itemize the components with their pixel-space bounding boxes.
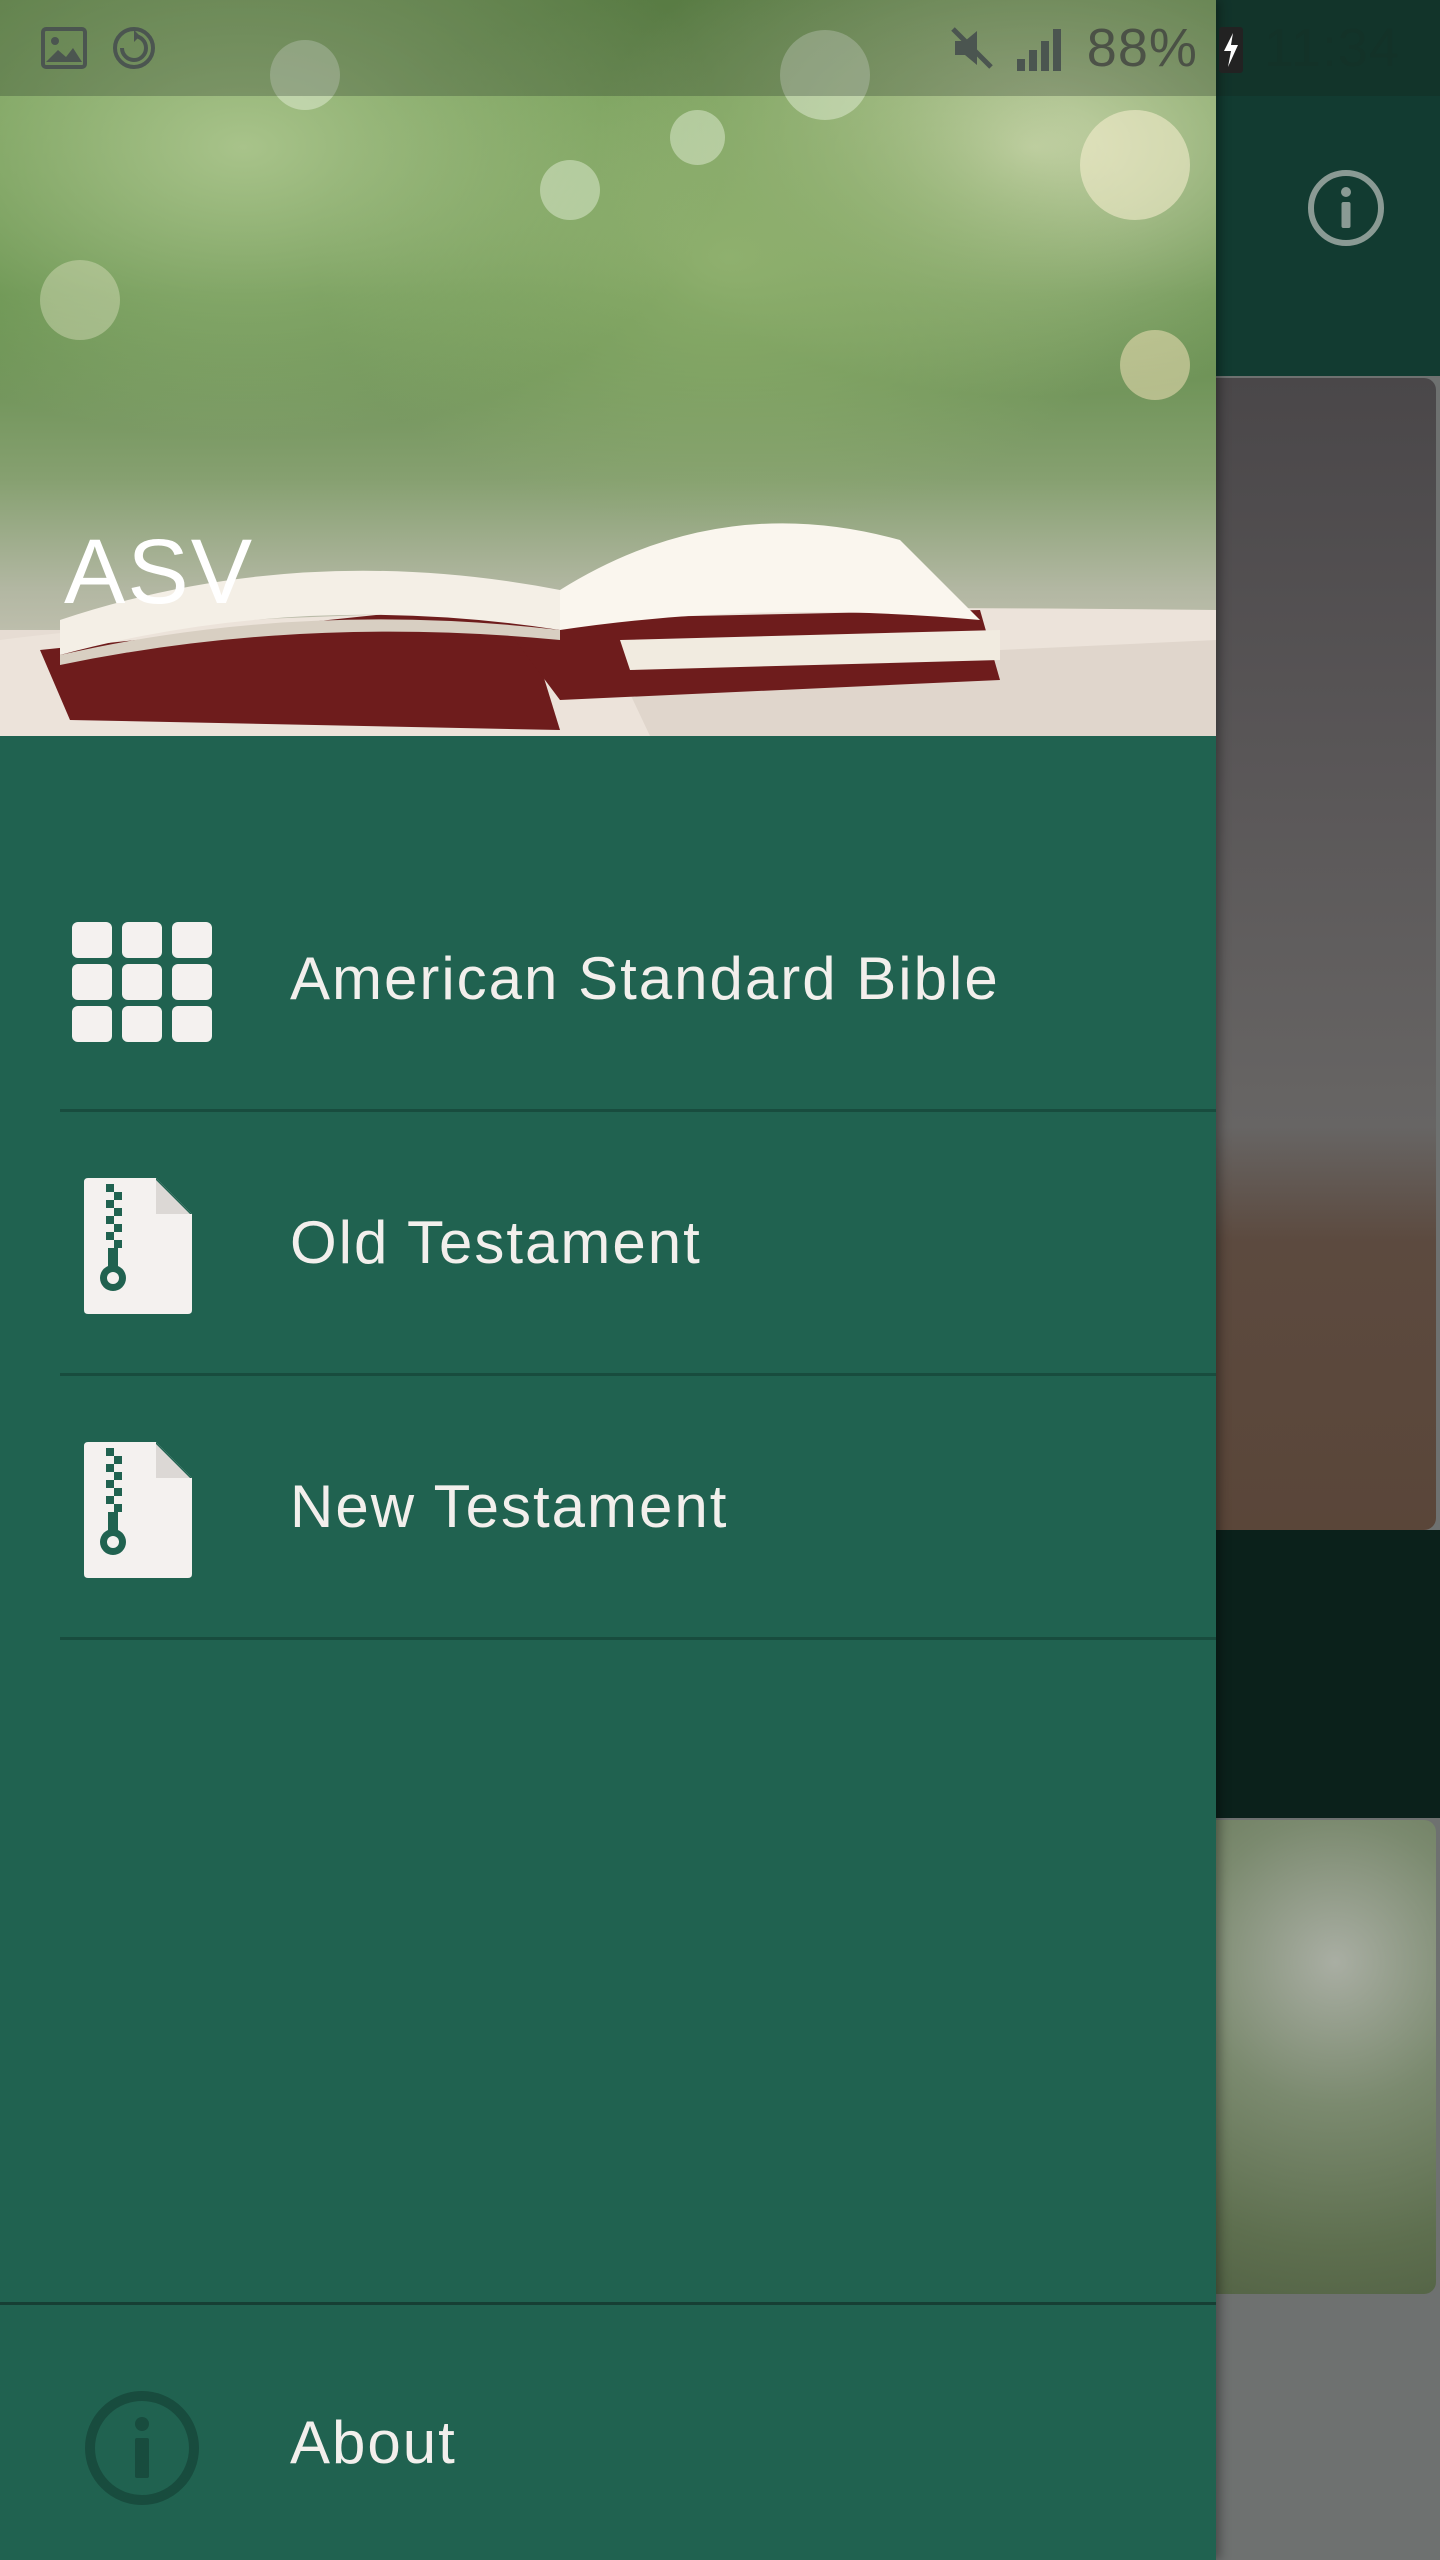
divider (0, 2302, 1216, 2305)
menu-item-about[interactable]: About (0, 2306, 1216, 2560)
charging-icon (1218, 27, 1243, 73)
image-icon (41, 27, 87, 69)
grid-cell (172, 1006, 212, 1042)
navigation-drawer: ASV American Standard Bible Old Testamen… (0, 0, 1216, 2560)
grid-icon (72, 922, 212, 1042)
menu-item-label: New Testament (290, 1473, 729, 1540)
menu-item-american-standard-bible[interactable]: American Standard Bible (0, 848, 1216, 1112)
grid-cell (72, 964, 112, 1000)
zip-file-icon (84, 1178, 192, 1314)
signal-icon (1016, 29, 1061, 71)
grid-cell (122, 922, 162, 958)
menu-item-label: Old Testament (290, 1209, 702, 1276)
status-right: 88% 11:34 (947, 18, 1400, 78)
menu-item-label: About (290, 2409, 457, 2476)
grid-cell (172, 964, 212, 1000)
menu-item-old-testament[interactable]: Old Testament (0, 1112, 1216, 1376)
clock: 11:34 (1263, 18, 1400, 78)
grid-cell (72, 1006, 112, 1042)
info-icon (85, 2391, 199, 2505)
battery-percent: 88% (1086, 18, 1198, 78)
grid-cell (122, 964, 162, 1000)
divider (60, 1637, 1216, 1640)
mute-icon (951, 27, 993, 69)
status-bar: 88% 11:34 (0, 0, 1440, 96)
sync-icon (113, 27, 155, 69)
grid-cell (122, 1006, 162, 1042)
zip-file-icon (84, 1442, 192, 1578)
drawer-header: ASV (0, 0, 1216, 736)
menu-item-label: American Standard Bible (290, 945, 1000, 1012)
grid-cell (172, 922, 212, 958)
info-icon[interactable] (1306, 168, 1386, 248)
menu-item-new-testament[interactable]: New Testament (0, 1376, 1216, 1640)
drawer-header-title: ASV (64, 521, 255, 623)
grid-cell (72, 922, 112, 958)
